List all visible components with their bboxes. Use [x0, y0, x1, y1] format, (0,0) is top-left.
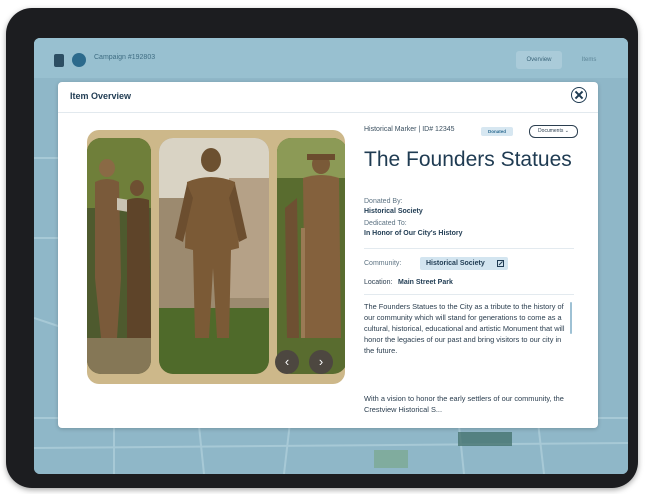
- statue-photo-right: [277, 138, 345, 374]
- divider: [364, 248, 574, 249]
- statue-photo-center: [159, 138, 269, 374]
- dedicated-to-label: Dedicated To:: [364, 220, 407, 227]
- description-paragraph-2: With a vision to honor the early settler…: [364, 394, 564, 414]
- scrollbar[interactable]: [570, 302, 572, 334]
- item-details: Historical Marker | ID# 12345 Donated Do…: [364, 125, 584, 426]
- chevron-down-icon: ⌄: [564, 128, 569, 134]
- donated-by-value: Historical Society: [364, 208, 423, 215]
- community-value: Historical Society: [426, 260, 485, 267]
- documents-button-label: Documents: [538, 128, 564, 134]
- campaign-label: Campaign #192803: [94, 54, 156, 61]
- description-paragraph-1: The Founders Statues to the City as a tr…: [364, 302, 565, 355]
- gallery-prev-button[interactable]: ‹: [275, 350, 299, 374]
- item-title: The Founders Statues: [364, 148, 572, 171]
- external-link-icon: [497, 260, 504, 267]
- divider: [364, 294, 574, 295]
- community-link[interactable]: Historical Society: [420, 257, 508, 270]
- item-overview-modal: Item Overview ‹ › Historical Marker | ID…: [58, 82, 598, 428]
- tab-items[interactable]: Items: [574, 51, 604, 69]
- location-label: Location:: [364, 279, 393, 286]
- donated-by-label: Donated By:: [364, 198, 403, 205]
- photo-gallery: ‹ ›: [87, 130, 345, 384]
- dedicated-to-value: In Honor of Our City's History: [364, 230, 463, 237]
- location-value: Main Street Park: [398, 279, 453, 286]
- app-top-bar: Campaign #192803 Overview Items: [34, 38, 628, 78]
- documents-dropdown-button[interactable]: Documents ⌄: [529, 125, 578, 138]
- community-label: Community:: [364, 260, 402, 267]
- app-logo: [54, 54, 64, 67]
- statue-photo-left: [87, 138, 151, 374]
- status-badge: Donated: [481, 127, 513, 136]
- tablet-frame: Campaign #192803 Overview Items Item Ove…: [6, 8, 638, 488]
- avatar[interactable]: [72, 53, 86, 67]
- modal-title: Item Overview: [70, 91, 132, 101]
- tab-overview[interactable]: Overview: [516, 51, 562, 69]
- gallery-next-button[interactable]: ›: [309, 350, 333, 374]
- item-meta: Historical Marker | ID# 12345: [364, 126, 455, 133]
- modal-header: Item Overview: [58, 82, 598, 113]
- close-icon[interactable]: [571, 87, 587, 103]
